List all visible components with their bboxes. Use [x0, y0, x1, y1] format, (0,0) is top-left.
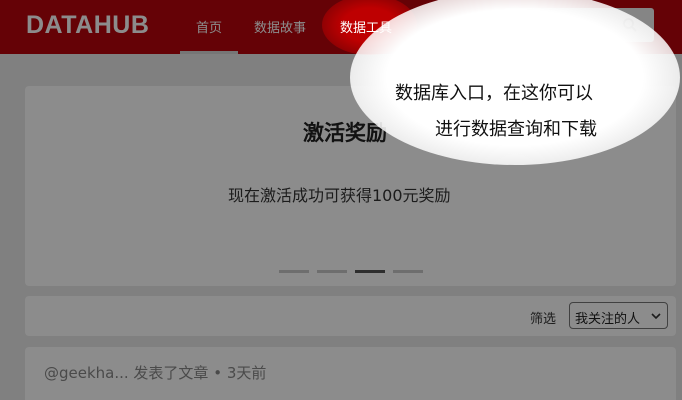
carousel-indicator-2[interactable]	[317, 270, 347, 273]
site-logo[interactable]: DATAHUB	[26, 11, 149, 40]
nav-item-home[interactable]: 首页	[196, 17, 222, 36]
filter-selected-value: 我关注的人	[575, 312, 641, 327]
nav-item-data-stories[interactable]: 数据故事	[254, 17, 306, 36]
search-input[interactable]	[514, 17, 624, 32]
filter-select[interactable]: 我关注的人	[569, 302, 668, 329]
carousel-indicator-4[interactable]	[393, 270, 423, 273]
tour-tooltip-line-2: 进行数据查询和下载	[435, 119, 597, 140]
search-box	[504, 8, 654, 42]
search-icon[interactable]	[622, 17, 638, 33]
chevron-down-icon	[651, 313, 661, 320]
filter-label: 筛选	[530, 312, 557, 327]
active-nav-indicator	[180, 51, 238, 54]
carousel-indicator-1[interactable]	[279, 270, 309, 273]
carousel-indicator-3-active[interactable]	[355, 270, 385, 273]
banner-subtitle: 现在激活成功可获得100元奖励	[228, 186, 451, 205]
nav-item-data-tools[interactable]: 数据工具	[340, 17, 392, 36]
banner-title: 激活奖励	[303, 121, 387, 145]
feed-item-meta: @geekha... 发表了文章 • 3天前	[44, 364, 267, 382]
tour-tooltip-line-1: 数据库入口，在这你可以	[395, 83, 593, 104]
